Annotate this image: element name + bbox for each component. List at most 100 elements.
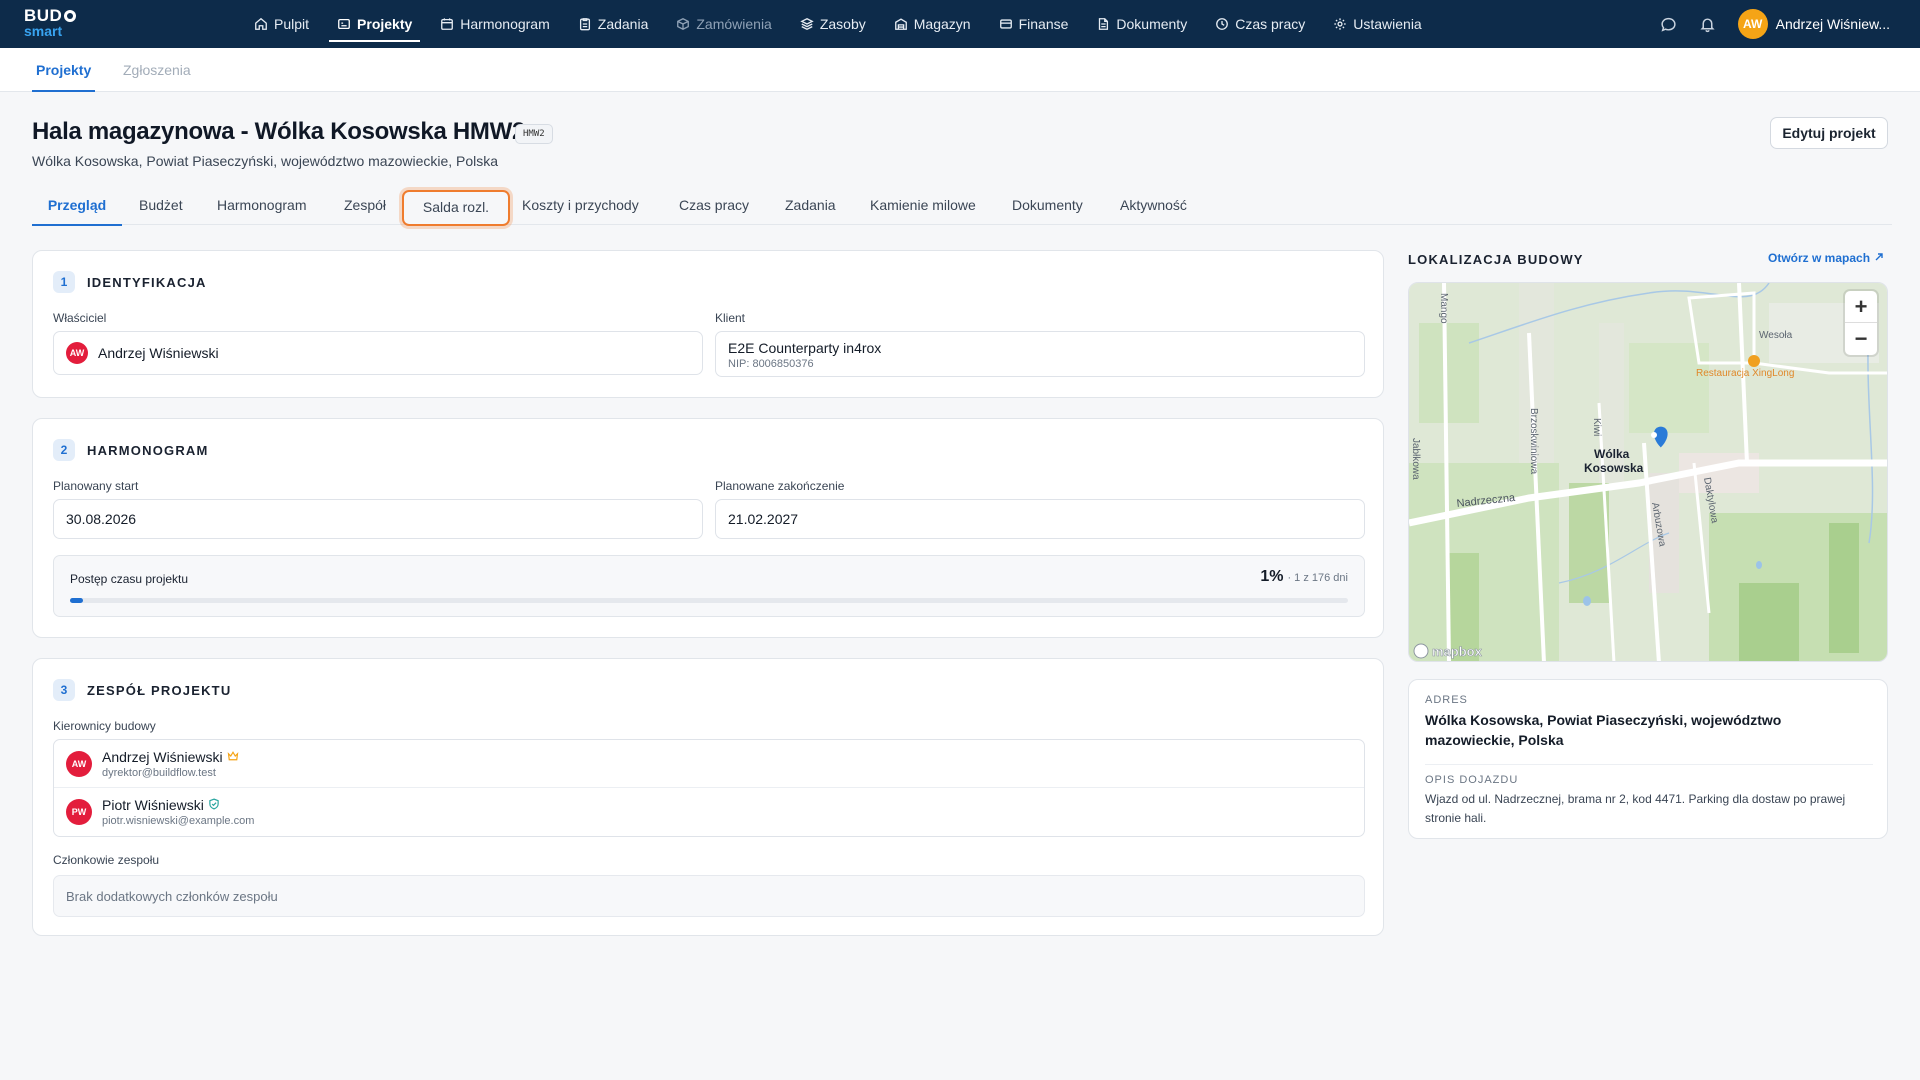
tab-kamienie-milowe[interactable]: Kamienie milowe — [870, 190, 976, 226]
chat-icon[interactable] — [1660, 16, 1677, 33]
progress-detail: · 1 z 176 dni — [1287, 572, 1348, 584]
section-subtabs: Projekty Zgłoszenia — [0, 48, 1920, 92]
nav-label: Harmonogram — [460, 16, 550, 32]
box-icon — [676, 17, 690, 31]
members-empty-text: Brak dodatkowych członków zespołu — [66, 888, 278, 904]
nav-label: Zadania — [597, 16, 649, 32]
main-nav: Pulpit Projekty Harmonogram Zadania Zamó… — [240, 0, 1436, 48]
map-section-title: LOKALIZACJA BUDOWY — [1408, 252, 1584, 267]
progress-summary: 1% · 1 z 176 dni — [1260, 568, 1348, 586]
open-in-maps-label: Otwórz w mapach — [1768, 251, 1871, 265]
nav-label: Magazyn — [913, 16, 971, 32]
poi-label: Restauracja XingLong — [1696, 368, 1794, 379]
nav-harmonogram[interactable]: Harmonogram — [426, 0, 563, 48]
progress-track — [70, 598, 1348, 603]
section-header: 2 HARMONOGRAM — [53, 439, 209, 461]
zoom-in-button[interactable]: + — [1845, 291, 1877, 323]
crown-icon — [227, 749, 239, 765]
nav-czas-pracy[interactable]: Czas pracy — [1201, 0, 1319, 48]
warehouse-icon — [894, 17, 908, 31]
manager-email: piotr.wisniewski@example.com — [102, 815, 255, 827]
user-name: Andrzej Wiśniew... — [1775, 16, 1890, 32]
client-field[interactable]: E2E Counterparty in4rox NIP: 8006850376 — [715, 331, 1365, 377]
progress-label: Postęp czasu projektu — [70, 572, 189, 586]
tab-czas-pracy[interactable]: Czas pracy — [679, 190, 749, 226]
nav-zamowienia[interactable]: Zamówienia — [662, 0, 785, 48]
list-item[interactable]: AW Andrzej Wiśniewski dyrektor@buildflow… — [54, 740, 1364, 788]
members-empty-box: Brak dodatkowych członków zespołu — [53, 875, 1365, 917]
nav-finanse[interactable]: Finanse — [985, 0, 1083, 48]
clock-icon — [1215, 17, 1229, 31]
street-label: Brzoskwiniowa — [1528, 408, 1539, 475]
street-label: Mango — [1438, 293, 1449, 324]
section-title: ZESPÓŁ PROJEKTU — [87, 682, 232, 698]
nav-label: Zasoby — [819, 16, 866, 32]
tab-dokumenty[interactable]: Dokumenty — [1012, 190, 1083, 226]
planned-start-field[interactable]: 30.08.2026 — [53, 499, 703, 539]
section-number: 3 — [53, 679, 75, 701]
directions-value: Wjazd od ul. Nadrzecznej, brama nr 2, ko… — [1425, 792, 1846, 825]
managers-list: AW Andrzej Wiśniewski dyrektor@buildflow… — [53, 739, 1365, 837]
topbar-actions: AW Andrzej Wiśniew... — [1660, 0, 1890, 48]
avatar: PW — [66, 799, 92, 825]
tab-budzet[interactable]: Budżet — [139, 190, 183, 226]
nav-label: Projekty — [357, 16, 413, 32]
place-label: Kosowska — [1584, 461, 1644, 475]
street-label: Kiwi — [1591, 418, 1602, 436]
user-menu[interactable]: AW Andrzej Wiśniew... — [1737, 9, 1890, 39]
tab-zespol[interactable]: Zespół — [344, 190, 386, 226]
location-map[interactable]: Mango Wesoła Restauracja XingLong Brzosk… — [1408, 282, 1888, 662]
nav-zasoby[interactable]: Zasoby — [786, 0, 880, 48]
folder-icon — [337, 17, 351, 31]
section-title: IDENTYFIKACJA — [87, 274, 207, 290]
planned-start-label: Planowany start — [53, 479, 139, 493]
zoom-out-button[interactable]: − — [1845, 323, 1877, 355]
nav-magazyn[interactable]: Magazyn — [880, 0, 985, 48]
page-title: Hala magazynowa - Wólka Kosowska HMW2 — [32, 118, 526, 145]
tab-przeglad[interactable]: Przegląd — [32, 190, 122, 226]
map-canvas[interactable]: Mango Wesoła Restauracja XingLong Brzosk… — [1409, 283, 1888, 662]
nav-projekty[interactable]: Projekty — [323, 0, 426, 48]
tab-zadania[interactable]: Zadania — [785, 190, 836, 226]
shield-check-icon — [208, 797, 220, 813]
wallet-icon — [999, 17, 1013, 31]
avatar: AW — [66, 750, 92, 777]
external-link-icon — [1874, 251, 1884, 265]
planned-end-field[interactable]: 21.02.2027 — [715, 499, 1365, 539]
nav-pulpit[interactable]: Pulpit — [240, 0, 323, 48]
bell-icon[interactable] — [1699, 16, 1716, 33]
nav-label: Czas pracy — [1235, 16, 1306, 32]
client-name: E2E Counterparty in4rox — [728, 340, 882, 356]
open-in-maps-link[interactable]: Otwórz w mapach — [1768, 251, 1884, 265]
street-label: Jabłkowa — [1410, 438, 1421, 480]
tab-salda-rozl[interactable]: Salda rozl. — [402, 190, 510, 226]
tab-aktywnosc[interactable]: Aktywność — [1120, 190, 1187, 226]
team-card: 3 ZESPÓŁ PROJEKTU Kierownicy budowy AW A… — [32, 658, 1384, 936]
user-avatar: AW — [1737, 9, 1768, 39]
app-logo[interactable]: BUD smart — [24, 7, 84, 40]
nav-dokumenty[interactable]: Dokumenty — [1082, 0, 1201, 48]
tab-harmonogram[interactable]: Harmonogram — [217, 190, 306, 226]
owner-field[interactable]: AW Andrzej Wiśniewski — [53, 331, 703, 375]
list-item[interactable]: PW Piotr Wiśniewski piotr.wisniewski@exa… — [54, 788, 1364, 836]
tab-koszty-przychody[interactable]: Koszty i przychody — [522, 190, 639, 226]
subtab-zgloszenia[interactable]: Zgłoszenia — [123, 48, 191, 92]
manager-name: Andrzej Wiśniewski — [102, 748, 223, 765]
edit-project-button[interactable]: Edytuj projekt — [1770, 117, 1888, 149]
nav-label: Dokumenty — [1116, 16, 1188, 32]
schedule-card: 2 HARMONOGRAM Planowany start 30.08.2026… — [32, 418, 1384, 638]
client-label: Klient — [715, 311, 746, 325]
managers-label: Kierownicy budowy — [53, 719, 156, 733]
members-label: Członkowie zespołu — [53, 853, 160, 867]
map-zoom-controls: + − — [1845, 291, 1877, 355]
nav-ustawienia[interactable]: Ustawienia — [1319, 0, 1435, 48]
documents-icon — [1096, 17, 1110, 31]
subtab-projekty[interactable]: Projekty — [32, 48, 96, 92]
owner-name: Andrzej Wiśniewski — [98, 345, 219, 361]
nav-zadania[interactable]: Zadania — [564, 0, 663, 48]
address-card: ADRES Wólka Kosowska, Powiat Piaseczyńsk… — [1408, 679, 1888, 839]
section-title: HARMONOGRAM — [87, 442, 209, 458]
clipboard-icon — [578, 17, 592, 31]
section-header: 3 ZESPÓŁ PROJEKTU — [53, 679, 231, 701]
calendar-icon — [440, 17, 454, 31]
